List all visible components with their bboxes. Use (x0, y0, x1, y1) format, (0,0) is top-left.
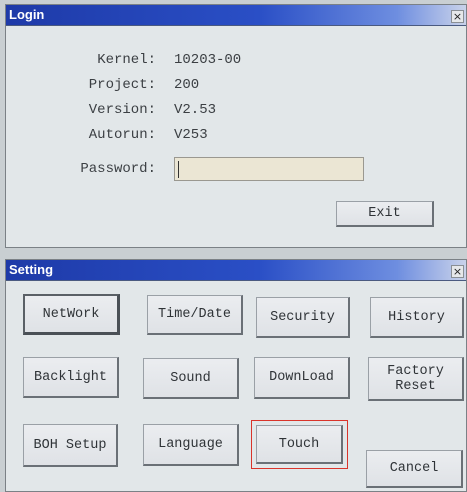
factory-reset-button[interactable]: Factory Reset (368, 357, 464, 401)
boh-setup-button[interactable]: BOH Setup (23, 424, 118, 467)
history-button[interactable]: History (370, 297, 464, 338)
backlight-button[interactable]: Backlight (23, 357, 119, 398)
kernel-label: Kernel: (97, 52, 156, 68)
login-dialog: Login × Kernel: 10203-00 Project: 200 Ve… (5, 4, 467, 248)
login-title: Login (9, 7, 45, 22)
version-label: Version: (88, 102, 156, 118)
project-value: 200 (174, 77, 200, 93)
exit-button[interactable]: Exit (336, 201, 434, 227)
kernel-value: 10203-00 (174, 52, 242, 68)
security-button[interactable]: Security (256, 297, 350, 338)
login-close-button[interactable]: × (451, 10, 464, 23)
cancel-button[interactable]: Cancel (366, 450, 463, 488)
setting-titlebar: Setting × (6, 260, 466, 281)
factory-reset-label-line1: Factory (387, 363, 444, 379)
project-label: Project: (88, 77, 156, 93)
setting-close-button[interactable]: × (451, 265, 464, 278)
factory-reset-label-line2: Reset (395, 378, 436, 394)
autorun-label: Autorun: (88, 127, 156, 143)
touch-button[interactable]: Touch (251, 420, 348, 469)
network-button[interactable]: NetWork (23, 294, 120, 335)
sound-button[interactable]: Sound (143, 358, 239, 399)
text-caret (178, 161, 179, 178)
time-date-button[interactable]: Time/Date (147, 295, 243, 335)
version-value: V2.53 (174, 102, 217, 118)
password-label: Password: (80, 161, 156, 177)
language-button[interactable]: Language (143, 424, 239, 466)
setting-title: Setting (9, 262, 54, 277)
login-titlebar: Login × (6, 5, 466, 26)
autorun-value: V253 (174, 127, 208, 143)
download-button[interactable]: DownLoad (254, 357, 350, 399)
password-input[interactable] (174, 157, 364, 181)
setting-dialog: Setting × NetWork Time/Date Security His… (5, 259, 467, 492)
